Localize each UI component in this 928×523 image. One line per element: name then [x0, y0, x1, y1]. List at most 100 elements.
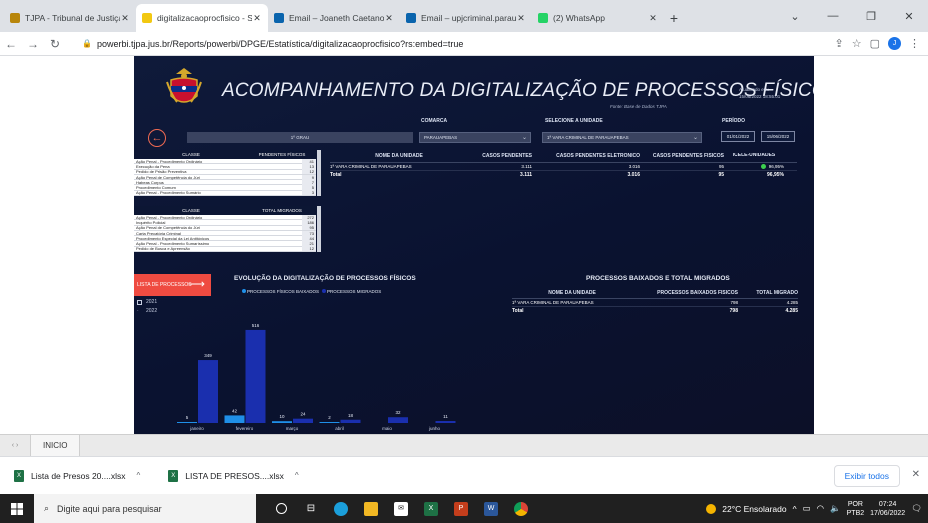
chevron-up-icon[interactable]: ^ [793, 504, 797, 514]
col-pendentes-fisicos[interactable]: PENDENTES FÍSICOS [248, 152, 316, 157]
total-baixados: 798 [729, 308, 738, 314]
back-circle-arrow-icon[interactable]: ← [148, 129, 166, 147]
search-placeholder: Digite aqui para pesquisar [57, 503, 162, 514]
battery-icon[interactable]: ▭ [803, 503, 811, 514]
powerpoint-app-icon[interactable]: P [446, 494, 476, 523]
col-total-migrados[interactable]: TOTAL MIGRADOS [248, 208, 316, 213]
lang-code: POR [847, 500, 863, 508]
col-classe[interactable]: CLASSE [134, 208, 248, 213]
bar-baixados-março[interactable] [272, 421, 292, 423]
col-casos-pendentes[interactable]: CASOS PENDENTES [468, 153, 532, 159]
data-label: 516 [252, 323, 260, 328]
file-explorer-icon[interactable] [356, 494, 386, 523]
address-bar[interactable]: 🔒 powerbi.tjpa.jus.br/Reports/powerbi/DP… [74, 34, 827, 54]
edge-browser-icon[interactable] [326, 494, 356, 523]
bar-baixados-fevereiro[interactable] [224, 415, 245, 423]
bar-migrados-junho[interactable] [435, 421, 456, 423]
bar-baixados-abril[interactable] [319, 422, 340, 423]
table-header: CLASSE PENDENTES FÍSICOS [134, 150, 316, 159]
col-total-migrado[interactable]: TOTAL MIGRADO [738, 290, 798, 296]
back-arrow-icon[interactable]: ← [0, 37, 22, 51]
weather-sun-icon[interactable] [706, 503, 717, 514]
restore-button[interactable]: ❐ [852, 0, 890, 32]
table-row[interactable]: 1ª VARA CRIMINAL DE PARAUAPEBAS 798 4.28… [512, 299, 798, 307]
comarca-dropdown[interactable]: PARAUAPEBAS ⌄ [419, 132, 531, 143]
menu-kebab-icon[interactable]: ⋮ [909, 37, 920, 50]
windows-start-icon[interactable] [0, 494, 34, 523]
close-tab-icon[interactable]: ✕ [516, 13, 526, 24]
tab-search-icon[interactable]: ⌄ [776, 0, 814, 32]
task-view-icon[interactable]: ⊟ [296, 494, 326, 523]
close-window-button[interactable]: ✕ [890, 0, 928, 32]
browser-tab[interactable]: digitalizacaoprocfisico - Serv✕ [136, 4, 268, 32]
browser-tab[interactable]: (2) WhatsApp ✕ [532, 4, 664, 32]
table-row[interactable]: Pedido de Busca e Apreensão 12 [134, 246, 316, 253]
grau-selector[interactable]: 1º GRAU [187, 132, 413, 143]
weather-text[interactable]: 22°C Ensolarado [722, 504, 786, 514]
close-tab-icon[interactable]: ✕ [120, 13, 130, 24]
network-icon[interactable]: ◠ [817, 503, 824, 514]
close-tab-icon[interactable]: ✕ [252, 13, 262, 24]
total-label: Total [330, 172, 342, 178]
profile-avatar[interactable]: J [888, 37, 901, 50]
chart-legend: PROCESSOS FÍSICOS BAIXADOS PROCESSOS MIG… [242, 289, 381, 294]
browser-tab[interactable]: Email – upjcriminal.parauap ✕ [400, 4, 532, 32]
word-app-icon[interactable]: W [476, 494, 506, 523]
table-row[interactable]: Ação Penal - Procedimento Sumário 3 [134, 190, 316, 197]
volume-icon[interactable]: 🔈 [830, 503, 841, 514]
cell-value: 272 [302, 214, 316, 220]
page-nav-arrows-icon[interactable]: ‹ › [0, 442, 30, 449]
page-tab-inicio[interactable]: INICIO [30, 434, 81, 457]
lista-processos-button[interactable]: LISTA DE PROCESSOS ⟶ [134, 274, 211, 296]
forward-arrow-icon[interactable]: → [22, 37, 44, 51]
taskbar-search-input[interactable]: ⌕ Digite aqui para pesquisar [34, 494, 256, 523]
scrollbar[interactable] [317, 150, 321, 197]
col-icele-unidades[interactable]: ICELE-UNIDADES [724, 153, 784, 159]
clock[interactable]: 07:24 17/06/2022 [870, 500, 905, 518]
table-row[interactable]: 1ª VARA CRIMINAL DE PARAUAPEBAS 3.111 3.… [330, 163, 797, 171]
bar-migrados-janeiro[interactable] [198, 360, 218, 423]
new-tab-button[interactable]: + [664, 4, 684, 32]
col-processos-baixados[interactable]: PROCESSOS BAIXADOS FÍSICOS [632, 290, 738, 296]
col-casos-pendentes-eletronico[interactable]: CASOS PENDENTES ELETRONICO [532, 153, 640, 159]
col-nome-unidade[interactable]: NOME DA UNIDADE [512, 290, 632, 296]
minimize-button[interactable]: — [814, 0, 852, 32]
system-tray: 22°C Ensolarado ^ ▭ ◠ 🔈 POR PTB2 07:24 1… [706, 494, 928, 523]
bar-baixados-janeiro[interactable] [177, 422, 197, 423]
download-item[interactable]: X LISTA DE PRESOS....xlsx ^ [154, 469, 312, 482]
scrollbar[interactable] [317, 206, 321, 253]
bookmark-star-icon[interactable]: ☆ [852, 37, 862, 50]
browser-tab[interactable]: Email – Joaneth Caetano de✕ [268, 4, 400, 32]
chevron-up-icon[interactable]: ^ [137, 471, 141, 480]
cell-classe: Habeas Corpus [136, 179, 164, 185]
col-nome-unidade[interactable]: NOME DA UNIDADE [330, 153, 468, 159]
close-icon[interactable]: ✕ [912, 469, 920, 480]
status-green-dot-icon [760, 164, 766, 169]
share-icon[interactable]: ⇪ [835, 37, 844, 50]
language-indicator[interactable]: POR PTB2 [847, 500, 865, 518]
browser-tab[interactable]: TJPA - Tribunal de Justiça do✕ [4, 4, 136, 32]
sidepanel-icon[interactable]: ▢ [870, 37, 880, 50]
show-all-downloads-button[interactable]: Exibir todos [833, 465, 900, 487]
periodo-end-input[interactable]: 15/06/2022 [761, 131, 795, 142]
excel-app-icon[interactable]: X [416, 494, 446, 523]
close-tab-icon[interactable]: ✕ [648, 13, 658, 24]
reload-icon[interactable]: ↻ [44, 37, 66, 51]
unidade-dropdown[interactable]: 1ª VARA CRIMINAL DE PARAUAPEBAS ⌄ [542, 132, 702, 143]
close-tab-icon[interactable]: ✕ [384, 13, 394, 24]
x-tick-label: março [286, 426, 299, 431]
bar-migrados-fevereiro[interactable] [245, 329, 266, 423]
col-classe[interactable]: CLASSE [134, 152, 248, 157]
chrome-app-icon[interactable] [506, 494, 536, 523]
chevron-up-icon[interactable]: ^ [295, 471, 299, 480]
download-item[interactable]: X Lista de Presos 20....xlsx ^ [0, 469, 154, 482]
periodo-start-input[interactable]: 01/01/2022 [721, 131, 755, 142]
cortana-icon[interactable] [266, 494, 296, 523]
bar-migrados-maio[interactable] [388, 417, 408, 423]
col-casos-pendentes-fisicos[interactable]: CASOS PENDENTES FÍSICOS [640, 153, 724, 159]
notifications-icon[interactable]: 🗨 [911, 503, 922, 514]
bar-migrados-março[interactable] [293, 418, 313, 423]
unidade-label: SELECIONE A UNIDADE [545, 118, 603, 124]
bar-migrados-abril[interactable] [340, 419, 361, 423]
mail-icon[interactable]: ✉ [386, 494, 416, 523]
